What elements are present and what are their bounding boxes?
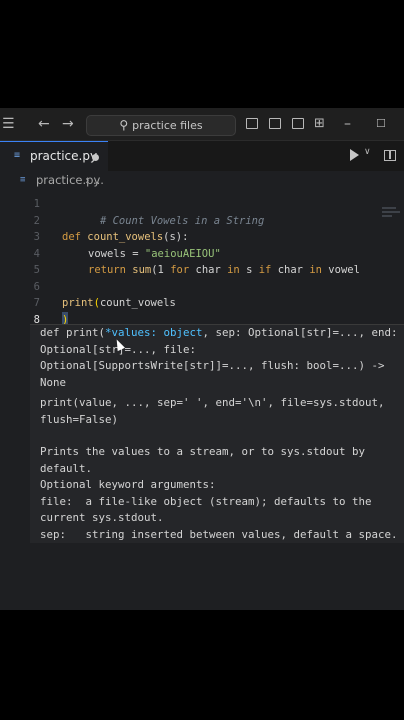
breadcrumb-separator: › [85,173,90,187]
code-line-1: # Count Vowels in a String [62,196,264,227]
keyword: def [62,231,81,243]
code-text: vowel [321,264,360,276]
keyword: for [170,264,190,276]
signature-line: def print(*values: object, sep: Optional… [40,325,398,342]
code-text: s [239,264,259,276]
code-line-5: return sum(1 for char in s if char in vo… [88,262,360,279]
line-number: 1 [33,198,40,210]
tooltip-text: , sep: Optional[str]=..., end: [202,326,398,339]
code-text: count_vowels [99,297,176,309]
line-number: 4 [33,247,40,260]
line-number: 5 [33,264,40,276]
usage-line: print(value, ..., sep=' ', end='\n', fil… [40,396,385,409]
breadcrumb: ≡ practice.py › ... [0,171,404,191]
line-number: 2 [33,214,40,227]
builtin-name: sum [132,264,152,276]
code-text: (s): [163,231,189,243]
tab-practice-py[interactable]: ≡ practice.py [0,141,108,171]
doc-line: Prints the values to a stream, or to sys… [40,445,366,458]
keyword: in [227,264,240,276]
breadcrumb-file[interactable]: practice.py [36,171,100,189]
code-editor[interactable]: 1 2 3 4 5 6 7 8 # Count Vowels in a Stri… [0,191,404,331]
code-comment: # Count Vowels in a String [99,214,265,227]
doc-line: default. [40,461,93,475]
builtin-name: print [62,297,94,309]
doc-line: Optional keyword arguments: [40,478,216,491]
unsaved-dot-icon[interactable] [92,154,99,161]
minimap[interactable] [382,205,402,235]
toggle-sidebar-icon[interactable] [246,118,258,129]
keyword: in [309,264,322,276]
arrow-left-icon[interactable]: ← [38,108,50,140]
toggle-secondary-sidebar-icon[interactable] [292,118,304,129]
doc-line: sep: string inserted between values, def… [40,527,398,541]
doc-line: current sys.stdout. [40,511,164,524]
tab-label: practice.py [30,149,98,163]
signature-line: None [40,375,67,389]
tab-bar: ≡ practice.py ∨ [0,141,404,171]
line-number: 3 [33,231,40,243]
python-file-icon: ≡ [14,150,21,161]
line-number: 7 [33,297,40,309]
arrow-right-icon[interactable]: → [62,108,74,140]
keyword: return [88,264,126,276]
code-line-3: def count_vowels(s): [62,229,188,246]
command-center-search[interactable]: ⚲ practice files [86,115,236,136]
python-file-icon: ≡ [20,175,26,185]
function-name: count_vowels [87,231,164,243]
title-bar: ☰ ← → ⚲ practice files ⊞ – ☐ [0,108,404,141]
usage-line: flush=False) [40,412,119,426]
keyword: if [258,264,272,276]
string-literal: "aeiouAEIOU" [144,247,221,260]
tooltip-text: def print( [40,326,106,339]
code-line-4: vowels = "aeiouAEIOU" [88,246,221,263]
line-number: 6 [33,280,40,293]
search-icon: ⚲ [119,118,129,132]
toggle-panel-icon[interactable] [269,118,281,129]
chevron-down-icon[interactable]: ∨ [364,147,371,157]
hover-tooltip: def print(*values: object, sep: Optional… [30,324,404,543]
editor-window: ☰ ← → ⚲ practice files ⊞ – ☐ ≡ practice.p… [0,108,404,610]
code-text: (1 [151,264,171,276]
search-label: practice files [132,119,203,132]
run-icon[interactable] [350,149,359,161]
breadcrumb-more[interactable]: ... [93,171,104,189]
menu-icon[interactable]: ☰ [2,108,15,140]
signature-line: Optional[SupportsWrite[str]]=..., flush:… [40,359,385,372]
minimize-icon[interactable]: – [344,108,351,140]
code-line-7: print(count_vowels [62,295,176,312]
customize-layout-icon[interactable]: ⊞ [314,108,325,140]
code-text: char [189,264,228,276]
code-text: vowels = [88,247,145,260]
maximize-icon[interactable]: ☐ [376,108,386,140]
split-editor-icon[interactable] [384,150,396,161]
doc-line: file: a file-like object (stream); defau… [40,494,372,508]
code-text: char [271,264,310,276]
